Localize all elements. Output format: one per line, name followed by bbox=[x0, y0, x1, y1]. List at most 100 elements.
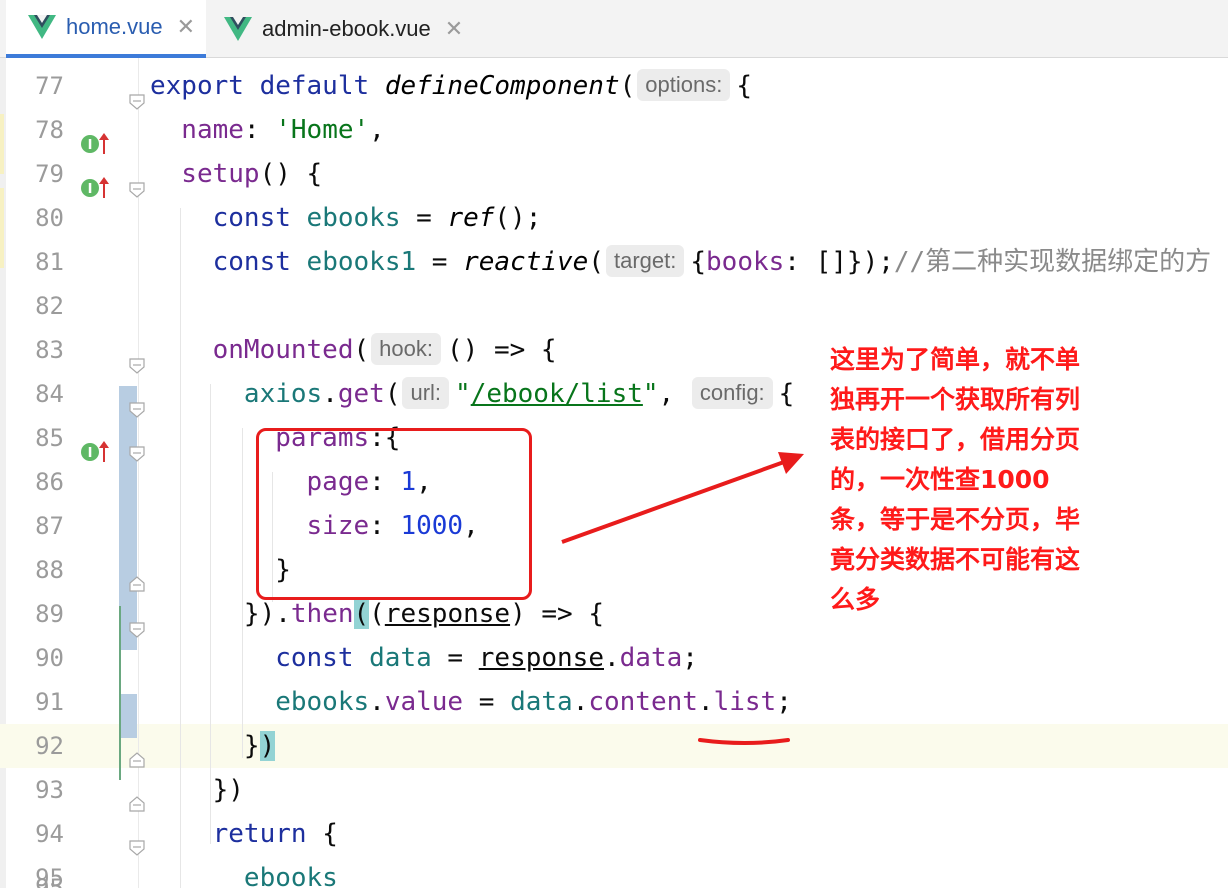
code-text: setup() { bbox=[150, 152, 322, 196]
close-icon[interactable]: ✕ bbox=[445, 17, 463, 42]
code-token: { bbox=[736, 71, 752, 101]
code-token: ebooks1 bbox=[306, 247, 417, 277]
tab-home-vue[interactable]: home.vue ✕ bbox=[6, 0, 206, 58]
line-number: 92 bbox=[35, 732, 64, 760]
code-token: }) bbox=[150, 775, 244, 805]
code-line[interactable]: 80 const ebooks = ref(); bbox=[0, 196, 1228, 240]
line-number: 87 bbox=[35, 512, 64, 540]
code-token: { bbox=[690, 247, 707, 277]
code-token: setup bbox=[150, 159, 260, 189]
code-token: () => { bbox=[446, 335, 557, 365]
code-token: " bbox=[455, 379, 471, 409]
code-line[interactable]: 78 name: 'Home', bbox=[0, 108, 1228, 152]
code-token: const bbox=[150, 247, 307, 277]
fold-marker-icon[interactable] bbox=[129, 402, 145, 418]
code-token: response bbox=[478, 643, 604, 673]
code-text: name: 'Home', bbox=[150, 108, 385, 152]
line-number: 79 bbox=[35, 160, 64, 188]
line-number: 88 bbox=[35, 556, 64, 584]
code-token: ebooks bbox=[150, 687, 370, 717]
line-number: 95 bbox=[35, 874, 64, 888]
code-token: value bbox=[384, 687, 464, 717]
code-token: content bbox=[588, 687, 698, 717]
code-token: , bbox=[658, 379, 690, 409]
code-token: = bbox=[416, 247, 464, 277]
editor-tab-bar: home.vue ✕ admin-ebook.vue ✕ bbox=[0, 0, 1228, 58]
parameter-hint: url: bbox=[402, 377, 450, 409]
note-line: 的，一次性查1000 bbox=[830, 465, 1050, 494]
fold-marker-icon[interactable] bbox=[129, 358, 145, 374]
code-token: const bbox=[150, 643, 370, 673]
code-line[interactable]: 77 export default defineComponent(options… bbox=[0, 64, 1228, 108]
line-number: 82 bbox=[35, 292, 64, 320]
code-text: const ebooks = ref(); bbox=[150, 196, 542, 240]
tab-admin-ebook-vue[interactable]: admin-ebook.vue ✕ bbox=[206, 0, 486, 58]
tab-label: admin-ebook.vue bbox=[262, 16, 431, 41]
code-line[interactable]: 94 return { bbox=[0, 812, 1228, 856]
implements-icon[interactable]: I bbox=[80, 176, 110, 200]
implements-icon[interactable]: I bbox=[80, 440, 110, 464]
vcs-change-bar[interactable] bbox=[119, 386, 137, 650]
note-line: 条，等于是不分页，毕 bbox=[830, 505, 1081, 534]
line-number: 91 bbox=[35, 688, 64, 716]
line-number: 81 bbox=[35, 248, 64, 276]
code-token: response bbox=[384, 599, 511, 629]
svg-text:I: I bbox=[88, 182, 93, 197]
code-token: ebooks bbox=[306, 203, 401, 233]
annotation-note: 这里为了简单，就不单 独再开一个获取所有列 表的接口了，借用分页 的，一次性查1… bbox=[830, 340, 1130, 620]
line-number: 89 bbox=[35, 600, 64, 628]
code-token: ; bbox=[776, 687, 792, 717]
close-icon[interactable]: ✕ bbox=[177, 15, 195, 40]
code-token: /ebook/list bbox=[470, 379, 643, 409]
fold-marker-icon[interactable] bbox=[129, 840, 145, 856]
code-line[interactable]: 91 ebooks.value = data.content.list; bbox=[0, 680, 1228, 724]
code-line[interactable]: 92 }) bbox=[0, 724, 1228, 768]
code-token: : []}); bbox=[784, 247, 894, 277]
fold-marker-icon[interactable] bbox=[129, 446, 145, 462]
code-line-partial: 95 bbox=[0, 866, 1228, 888]
code-token: . bbox=[603, 643, 620, 673]
code-token: . bbox=[572, 687, 589, 717]
code-token: const bbox=[150, 203, 307, 233]
code-text: const ebooks1 = reactive(target: {books: … bbox=[150, 240, 1211, 284]
indent-guide bbox=[180, 208, 181, 888]
fold-marker-icon[interactable] bbox=[129, 182, 145, 198]
code-token: reactive bbox=[463, 247, 589, 277]
code-line[interactable]: 79 setup() { bbox=[0, 152, 1228, 196]
code-line[interactable]: 93 }) bbox=[0, 768, 1228, 812]
line-number: 84 bbox=[35, 380, 64, 408]
fold-end-marker-icon[interactable] bbox=[129, 796, 145, 812]
vcs-change-bar[interactable] bbox=[119, 694, 137, 738]
fold-marker-icon[interactable] bbox=[129, 622, 145, 638]
code-token: }). bbox=[150, 599, 291, 629]
vcs-added-bar bbox=[119, 606, 121, 780]
note-line: 竟分类数据不可能有这 bbox=[830, 545, 1081, 574]
fold-end-marker-icon[interactable] bbox=[129, 576, 145, 592]
code-token: } bbox=[150, 731, 260, 761]
code-token: books bbox=[706, 247, 785, 277]
line-number: 77 bbox=[35, 72, 64, 100]
highlight-box bbox=[256, 428, 532, 600]
code-token: 'Home' bbox=[275, 115, 370, 145]
code-token: ( bbox=[369, 599, 385, 629]
line-number: 90 bbox=[35, 644, 64, 672]
line-number: 80 bbox=[35, 204, 64, 232]
code-token: ( bbox=[588, 247, 604, 277]
code-token: ( bbox=[353, 335, 370, 365]
code-token: () { bbox=[259, 159, 323, 189]
code-token: . bbox=[369, 687, 385, 717]
code-text: return { bbox=[150, 812, 338, 856]
code-line[interactable]: 81 const ebooks1 = reactive(target: {book… bbox=[0, 240, 1228, 284]
code-line[interactable]: 90 const data = response.data; bbox=[0, 636, 1228, 680]
code-token: then bbox=[290, 599, 354, 629]
fold-marker-icon[interactable] bbox=[129, 94, 145, 110]
fold-end-marker-icon[interactable] bbox=[129, 752, 145, 768]
parameter-hint: config: bbox=[691, 377, 773, 409]
code-token: data bbox=[369, 643, 432, 673]
implements-icon[interactable]: I bbox=[80, 132, 110, 156]
vue-icon bbox=[28, 15, 56, 39]
code-line[interactable]: 82 bbox=[0, 284, 1228, 328]
line-number: 94 bbox=[35, 820, 64, 848]
svg-text:I: I bbox=[88, 446, 93, 461]
tab-label: home.vue bbox=[66, 14, 163, 39]
